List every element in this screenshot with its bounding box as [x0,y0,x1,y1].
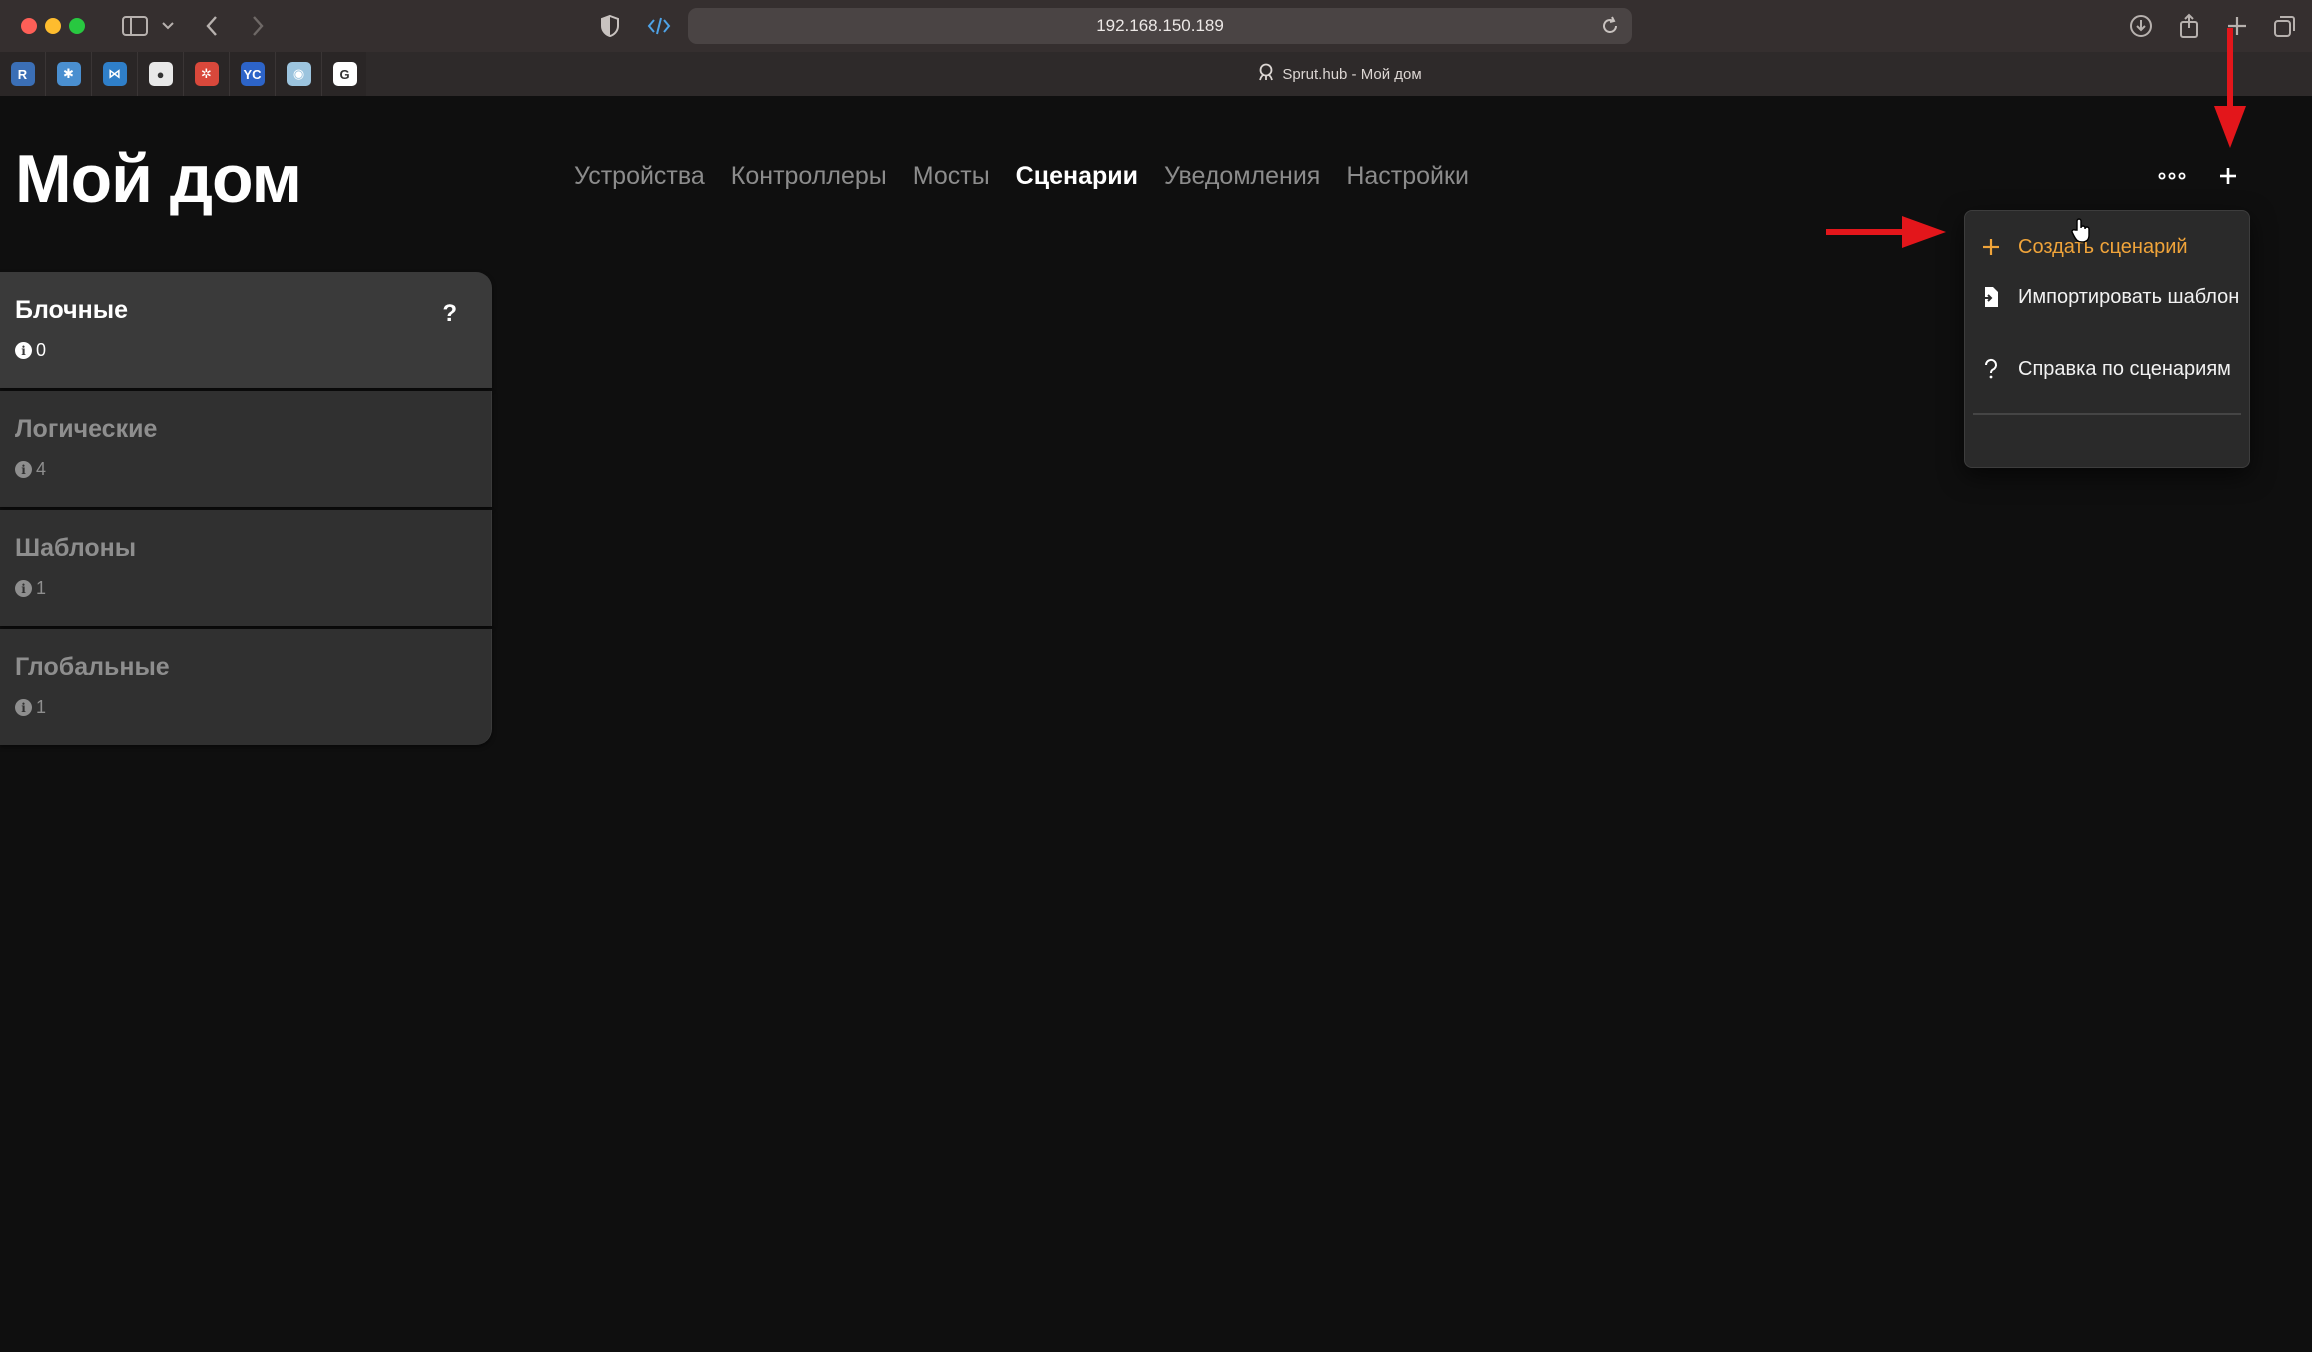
info-icon: i [15,699,32,716]
pinned-tab[interactable]: ✲ [184,52,230,96]
pinned-tab[interactable]: ◉ [276,52,322,96]
scenario-categories: Блочные i 0? Логические i 4 Шаблоны i 1 Глобальны… [0,272,492,748]
category-count: i0 [15,340,46,361]
category-card[interactable]: Логические i 4 [0,391,492,507]
plus-icon [1979,235,2003,259]
info-icon: i [15,580,32,597]
help-question-icon[interactable]: ? [442,300,457,328]
nav-item-0[interactable]: Устройства [574,162,705,191]
active-tab[interactable]: Sprut.hub - Мой дом [366,52,2312,96]
category-card[interactable]: Шаблоны i 1 [0,510,492,626]
pinned-tab[interactable]: YC [230,52,276,96]
menu-item-1[interactable]: Импортировать шаблон [1965,273,2249,321]
nav-item-1[interactable]: Контроллеры [731,162,887,191]
tab-title: Sprut.hub - Мой дом [1282,65,1422,83]
hand-cursor-icon [2070,218,2092,249]
menu-item-label: Справка по сценариям [2018,357,2231,380]
sidebar-toggle-icon[interactable] [120,12,150,40]
r-icon: R [10,62,35,86]
category-count-value: 4 [36,459,47,479]
category-card[interactable]: Глобальные i 1 [0,629,492,745]
menu-item-2[interactable]: Справка по сценариям [1965,345,2249,393]
nav-item-5[interactable]: Настройки [1346,162,1469,191]
menu-item-label: Создать сценарий [2018,235,2188,258]
nav-item-3[interactable]: Сценарии [1016,162,1138,191]
pinned-tab[interactable]: ⋈ [92,52,138,96]
browser-toolbar: 192.168.150.189 [0,0,2312,52]
menu-divider [1973,413,2241,415]
downloads-icon[interactable] [2126,12,2156,40]
main-nav: Устройства Контроллеры Мосты Сценарии Уведом… [574,162,1469,191]
vscode-icon: ⋈ [102,62,127,86]
question-icon [1979,357,2003,381]
privacy-shield-icon[interactable] [596,12,624,40]
menu-item-label: Импортировать шаблон [2018,285,2240,308]
more-options-button[interactable] [2152,156,2192,196]
annotation-arrow-down-icon [2214,28,2246,148]
category-card[interactable]: Блочные i 0? [0,272,492,388]
url-text: 192.168.150.189 [1096,16,1224,35]
tab-overview-icon[interactable] [2270,12,2300,40]
info-icon: i [15,461,32,478]
minimize-window-button[interactable] [45,18,61,34]
yc-icon: YC [240,62,265,86]
address-bar[interactable]: 192.168.150.189 [688,8,1632,44]
info-icon: i [15,342,32,359]
share-icon[interactable] [2174,12,2204,40]
forward-icon[interactable] [246,12,270,40]
zoom-window-button[interactable] [69,18,85,34]
plus-icon [2220,168,2236,184]
nav-item-2[interactable]: Мосты [913,162,990,191]
browser-window: 192.168.150.189 R ✱ ⋈ ● ✲ YC ◉ G Sprut.hub - Мо… [0,0,2312,1352]
bug-icon: ✲ [194,62,219,86]
category-count: i1 [15,697,46,718]
tab-bar: R ✱ ⋈ ● ✲ YC ◉ G Sprut.hub - Мой дом [0,52,2312,96]
globe-icon: ◉ [286,62,311,86]
category-title: Глобальные [15,653,170,681]
page-title: Мой дом [15,141,302,217]
pinned-tab[interactable]: ✱ [46,52,92,96]
category-count-value: 1 [36,697,47,717]
add-button[interactable] [2208,156,2248,196]
add-dropdown-menu: Создать сценарий Импортировать шаблон Спра… [1964,210,2250,468]
octopus-favicon-icon [1256,62,1276,87]
category-count: i1 [15,578,46,599]
pinned-tab[interactable]: ● [138,52,184,96]
pinned-tabs: R ✱ ⋈ ● ✲ YC ◉ G [0,52,368,96]
reload-icon[interactable] [1600,16,1620,41]
ellipsis-icon [2158,172,2186,180]
github-icon: ● [148,62,173,86]
category-count: i4 [15,459,46,480]
annotation-arrow-right-icon [1826,216,1946,248]
snowflake-icon: ✱ [56,62,81,86]
web-page: Мой дом Устройства Контроллеры Мосты Сценар… [0,96,2312,1352]
category-title: Шаблоны [15,534,137,562]
back-icon[interactable] [200,12,224,40]
pinned-tab[interactable]: G [322,52,368,96]
category-title: Логические [15,415,158,443]
category-count-value: 1 [36,578,47,598]
nav-item-4[interactable]: Уведомления [1164,162,1320,191]
category-title: Блочные [15,296,129,324]
chevron-down-icon[interactable] [158,12,178,40]
pinned-tab[interactable]: R [0,52,46,96]
import-file-icon [1979,285,2003,309]
developer-code-icon[interactable] [644,12,674,40]
menu-item-0[interactable]: Создать сценарий [1965,223,2249,271]
close-window-button[interactable] [21,18,37,34]
category-count-value: 0 [36,340,47,360]
google-icon: G [332,62,357,86]
